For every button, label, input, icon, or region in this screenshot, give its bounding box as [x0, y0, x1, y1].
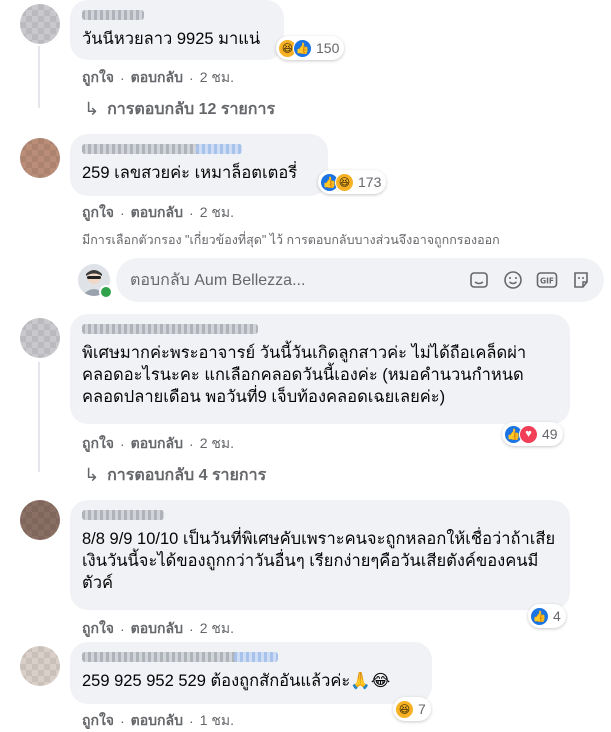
comment-text: วันนีหวยลาว 9925 มาแน่ [82, 30, 261, 48]
reaction-count: 49 [542, 426, 558, 442]
comment-bubble: 8/8 9/9 10/10 เป็นวันที่พิเศษคับเพราะคนจ… [70, 500, 570, 610]
reaction-summary[interactable]: 👍 4 [528, 604, 566, 628]
commenter-name[interactable] [82, 652, 278, 662]
commenter-badge [196, 144, 242, 154]
avatar[interactable] [20, 318, 60, 358]
reply-link[interactable]: ตอบกลับ [131, 67, 183, 89]
reaction-count: 4 [553, 608, 561, 624]
comment-actions: ถูกใจ · ตอบกลับ · 1 ชม. [82, 710, 234, 732]
comment-actions: ถูกใจ · ตอบกลับ · 2 ชม. [82, 433, 234, 455]
reaction-summary[interactable]: 👍 ♥ 49 [502, 422, 563, 446]
reply-link[interactable]: ตอบกลับ [131, 202, 183, 224]
haha-icon: 😆 [335, 172, 354, 192]
like-link[interactable]: ถูกใจ [82, 433, 114, 455]
sticker-icon[interactable] [468, 269, 490, 291]
commenter-name[interactable] [82, 324, 258, 334]
comment-bubble: 259 เลขสวยค่ะ เหมาล็อตเตอรี่ [70, 134, 328, 196]
separator: · [120, 621, 125, 637]
separator: · [189, 436, 194, 452]
avatar[interactable] [20, 646, 60, 686]
view-replies-button[interactable]: ↳ การตอบกลับ 12 รายการ [84, 97, 275, 122]
sticker-alt-icon[interactable] [570, 269, 592, 291]
view-replies-button[interactable]: ↳ การตอบกลับ 4 รายการ [84, 463, 266, 488]
avatar[interactable] [20, 4, 60, 44]
commenter-name[interactable] [82, 10, 144, 20]
online-status-dot [99, 285, 113, 299]
separator: · [189, 205, 194, 221]
reply-link[interactable]: ตอบกลับ [131, 618, 183, 640]
avatar[interactable] [20, 138, 60, 178]
comment-actions: ถูกใจ · ตอบกลับ · 2 ชม. [82, 202, 234, 224]
commenter-name[interactable] [82, 144, 242, 154]
reaction-count: 173 [358, 174, 382, 190]
reply-input[interactable]: ตอบกลับ Aum Bellezza... GIF [116, 258, 604, 302]
filter-notice: มีการเลือกตัวกรอง "เกี่ยวข้องที่สุด" ไว้… [82, 233, 500, 247]
separator: · [120, 70, 125, 86]
like-link[interactable]: ถูกใจ [82, 618, 114, 640]
comment-text: พิเศษมากค่ะพระอาจารย์ วันนี้วันเกิดลูกสา… [82, 344, 527, 406]
reaction-summary[interactable]: 👍 😆 173 [318, 170, 387, 194]
timestamp-link[interactable]: 2 ชม. [200, 433, 234, 455]
separator: · [189, 713, 194, 729]
comment-text: 259 925 952 529 ต้องถูกสักอันแล้วค่ะ🙏😂 [82, 672, 391, 690]
like-link[interactable]: ถูกใจ [82, 202, 114, 224]
comment-text: 8/8 9/9 10/10 เป็นวันที่พิเศษคับเพราะคนจ… [82, 530, 556, 592]
commenter-badge [234, 652, 278, 662]
timestamp-link[interactable]: 2 ชม. [200, 67, 234, 89]
comment-bubble: 259 925 952 529 ต้องถูกสักอันแล้วค่ะ🙏😂 [70, 642, 432, 704]
like-link[interactable]: ถูกใจ [82, 710, 114, 732]
comment-bubble: พิเศษมากค่ะพระอาจารย์ วันนี้วันเกิดลูกสา… [70, 314, 570, 424]
like-icon: 👍 [530, 606, 549, 626]
emoji-icon[interactable] [502, 269, 524, 291]
haha-icon: 😆 [395, 699, 414, 719]
separator: · [189, 70, 194, 86]
reply-link[interactable]: ตอบกลับ [131, 433, 183, 455]
gif-icon[interactable]: GIF [536, 269, 558, 291]
svg-text:GIF: GIF [540, 277, 554, 286]
timestamp-link[interactable]: 2 ชม. [200, 202, 234, 224]
comment-bubble: วันนีหวยลาว 9925 มาแน่ [70, 0, 284, 60]
like-icon: 👍 [293, 38, 312, 58]
reaction-count: 7 [418, 701, 426, 717]
separator: · [189, 621, 194, 637]
reply-placeholder: ตอบกลับ Aum Bellezza... [130, 271, 306, 289]
replies-label: การตอบกลับ 12 รายการ [107, 101, 276, 118]
like-link[interactable]: ถูกใจ [82, 67, 114, 89]
reaction-summary[interactable]: 😆 👍 150 [276, 36, 345, 60]
avatar[interactable] [20, 500, 60, 540]
comment-actions: ถูกใจ · ตอบกลับ · 2 ชม. [82, 618, 234, 640]
reply-arrow-icon: ↳ [84, 465, 100, 485]
commenter-name[interactable] [82, 510, 164, 520]
comment-text: 259 เลขสวยค่ะ เหมาล็อตเตอรี่ [82, 164, 298, 182]
timestamp-link[interactable]: 2 ชม. [200, 618, 234, 640]
reaction-summary[interactable]: 😆 7 [393, 697, 431, 721]
comment-actions: ถูกใจ · ตอบกลับ · 2 ชม. [82, 67, 234, 89]
reaction-count: 150 [316, 40, 340, 56]
timestamp-link[interactable]: 1 ชม. [200, 710, 234, 732]
replies-label: การตอบกลับ 4 รายการ [107, 467, 267, 484]
separator: · [120, 713, 125, 729]
reply-arrow-icon: ↳ [84, 99, 100, 119]
separator: · [120, 436, 125, 452]
love-icon: ♥ [519, 424, 538, 444]
thread-line [38, 46, 40, 108]
separator: · [120, 205, 125, 221]
reply-link[interactable]: ตอบกลับ [131, 710, 183, 732]
thread-line [38, 362, 40, 472]
